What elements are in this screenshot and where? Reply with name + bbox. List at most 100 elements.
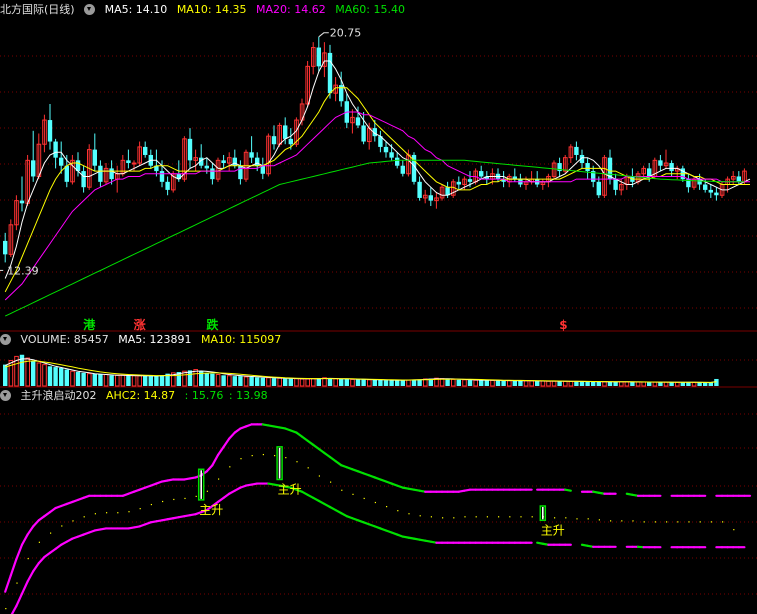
- ahc2-dot: [386, 506, 388, 508]
- candle-body: [59, 157, 64, 166]
- ahc2-dot: [722, 521, 724, 523]
- ahc2-dot: [38, 541, 40, 543]
- candle-body: [361, 125, 366, 142]
- band-upper-segment: [228, 431, 236, 440]
- ahc2-dot: [531, 516, 533, 518]
- volume-bar: [400, 380, 405, 386]
- candle-body: [708, 189, 713, 193]
- candle-body: [255, 157, 260, 166]
- ahc2-dot: [509, 516, 511, 518]
- volume-bar: [708, 382, 713, 386]
- volume-bar: [81, 372, 86, 386]
- volume-bar: [232, 376, 237, 386]
- volume-bar: [87, 373, 92, 387]
- volume-bar: [551, 380, 557, 387]
- volume-bar: [193, 369, 198, 387]
- volume-bar: [647, 382, 652, 386]
- ahc2-dot: [374, 501, 376, 504]
- ahc2-dot: [195, 495, 197, 497]
- volume-bar: [703, 382, 708, 386]
- candle-body: [479, 171, 484, 177]
- candle-body: [165, 181, 170, 190]
- ahc2-dot: [498, 516, 500, 518]
- ahc2-dot: [184, 497, 186, 500]
- signal-bar-core: [278, 447, 281, 479]
- volume-bar: [579, 381, 585, 386]
- volume-bar: [624, 381, 630, 387]
- candle-body: [327, 52, 333, 94]
- ahc2-dot: [307, 467, 309, 469]
- candle-body: [271, 136, 277, 145]
- candle-body: [596, 181, 601, 196]
- ahc2-dot: [240, 458, 242, 460]
- volume-bar: [596, 381, 601, 386]
- volume-bar: [53, 367, 58, 386]
- volume-bar: [378, 379, 383, 386]
- volume-bar: [137, 375, 142, 387]
- volume-bar: [490, 379, 495, 387]
- volume-bar: [529, 380, 535, 387]
- volume-bar: [283, 378, 288, 386]
- ahc2-dot: [666, 521, 668, 523]
- ahc2-dot: [16, 582, 18, 584]
- candle-body: [159, 171, 165, 182]
- volume-bar: [75, 372, 81, 386]
- dropdown-icon[interactable]: [0, 390, 11, 401]
- candle-body: [210, 168, 215, 180]
- volume-bar: [546, 380, 551, 387]
- ahc2-label: AHC2: 14.87: [106, 389, 176, 402]
- volume-bar: [115, 374, 120, 387]
- ahc2-dot: [688, 521, 690, 523]
- volume-bar: [204, 372, 209, 386]
- candle-body: [467, 179, 473, 182]
- band-lower-segment: [10, 604, 18, 614]
- ahc2-dot: [475, 516, 477, 518]
- volume-bar: [451, 378, 456, 387]
- volume-bar: [154, 376, 159, 386]
- volume-bar: [70, 370, 75, 387]
- ahc2-dot: [218, 478, 220, 480]
- ahc2-dot: [363, 497, 365, 500]
- dropdown-icon[interactable]: [0, 334, 11, 345]
- volume-bar: [333, 378, 338, 387]
- candle-body: [81, 171, 86, 188]
- volume-bar: [619, 381, 624, 387]
- dropdown-icon[interactable]: [84, 4, 96, 15]
- candle-body: [204, 165, 209, 169]
- volume-bar: [658, 382, 663, 386]
- ahc2-dot: [710, 521, 712, 523]
- volume-bar: [210, 373, 215, 386]
- candle-body: [47, 120, 53, 142]
- volume-bar: [249, 376, 254, 386]
- volume-bar: [630, 381, 635, 386]
- candle-body: [456, 181, 461, 185]
- volume-bar: [227, 375, 232, 387]
- volume-bar: [456, 379, 461, 386]
- ahc2-dot: [61, 525, 63, 527]
- indicator-title: 主升浪启动202: [20, 389, 97, 402]
- volume-bar: [613, 381, 618, 386]
- ahc2-dot: [408, 513, 410, 515]
- ahc2-dot: [341, 489, 343, 491]
- volume-bar: [574, 381, 579, 386]
- volume-bar: [507, 380, 512, 387]
- volume-bar: [271, 378, 277, 386]
- candle-body: [249, 152, 254, 158]
- volume-bar: [417, 379, 422, 386]
- ahc2-dot: [654, 521, 656, 523]
- volume-bar: [372, 379, 377, 386]
- candle-body: [669, 163, 674, 172]
- volume-bar: [238, 376, 243, 386]
- volume-bar: [311, 378, 316, 387]
- vol-ma5-label: MA5: 123891: [118, 333, 192, 346]
- volume-bar: [339, 379, 344, 386]
- volume-bar: [535, 381, 540, 386]
- candle-body: [126, 160, 131, 164]
- ahc2-dot: [139, 508, 141, 510]
- candle-body: [383, 146, 389, 153]
- volume-bar: [473, 379, 478, 387]
- volume-header: VOLUME: 85457 MA5: 123891 MA10: 115097: [0, 332, 287, 348]
- volume-bar: [59, 367, 64, 386]
- ahc2-dot: [621, 520, 623, 522]
- volume-bar: [299, 378, 305, 387]
